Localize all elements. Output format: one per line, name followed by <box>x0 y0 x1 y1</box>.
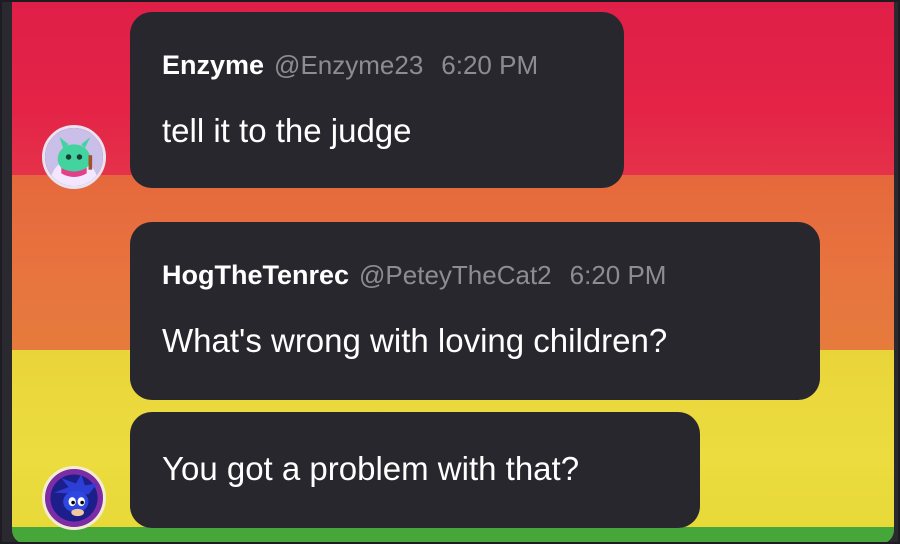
message-bubble[interactable]: You got a problem with that? <box>130 412 700 528</box>
author-name[interactable]: HogTheTenrec <box>162 260 349 290</box>
message-header: HogTheTenrec @PeteyTheCat2 6:20 PM <box>162 260 666 291</box>
chat-window: Enzyme @Enzyme23 6:20 PM tell it to the ju… <box>0 0 900 544</box>
message-timestamp: 6:20 PM <box>569 260 667 290</box>
blue-hedgehog-avatar-icon <box>45 469 103 527</box>
author-handle[interactable]: @PeteyTheCat2 <box>359 260 552 290</box>
message-timestamp: 6:20 PM <box>441 50 539 80</box>
avatar-hogthetenrec[interactable] <box>42 466 106 530</box>
message-bubble[interactable]: Enzyme @Enzyme23 6:20 PM tell it to the ju… <box>130 12 624 188</box>
message-bubble[interactable]: HogTheTenrec @PeteyTheCat2 6:20 PM What's … <box>130 222 820 400</box>
avatar-enzyme[interactable] <box>42 125 106 189</box>
message-text: tell it to the judge <box>162 112 412 149</box>
message-text: You got a problem with that? <box>162 450 580 487</box>
author-name[interactable]: Enzyme <box>162 50 264 80</box>
green-stripe <box>12 527 894 544</box>
message-text: What's wrong with loving children? <box>162 322 668 359</box>
green-creature-avatar-icon <box>45 128 103 186</box>
author-handle[interactable]: @Enzyme23 <box>274 50 423 80</box>
message-header: Enzyme @Enzyme23 6:20 PM <box>162 50 538 81</box>
